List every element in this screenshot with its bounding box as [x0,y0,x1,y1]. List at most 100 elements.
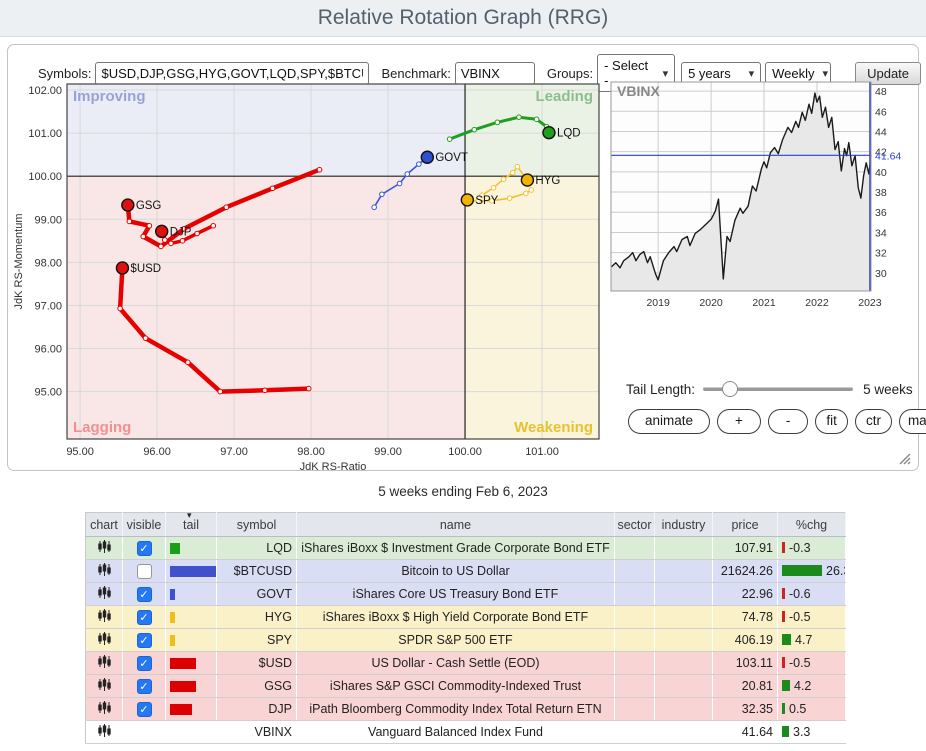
sector-cell [615,560,655,583]
chart-cell[interactable] [86,652,123,675]
chart-cell[interactable] [86,537,123,560]
sector-cell [615,698,655,721]
fit-button[interactable]: fit [815,409,848,434]
visible-checkbox[interactable]: ✓ [137,633,152,648]
marker-GSG[interactable] [122,199,134,211]
symbol-cell: $USD [217,652,297,675]
visible-cell[interactable]: ✓ [123,606,166,629]
marker-DJP[interactable] [156,225,168,237]
table-row: ✓LQDiShares iBoxx $ Investment Grade Cor… [86,537,846,560]
visible-checkbox[interactable]: ✓ [137,702,152,717]
table-row: $BTCUSDBitcoin to US Dollar21624.2626.3 [86,560,846,583]
marker-$USD[interactable] [116,262,128,274]
tail-swatch [170,681,196,692]
col-price[interactable]: price [713,513,778,537]
tail-cell [166,721,217,744]
max-button[interactable]: max [899,409,926,434]
visible-cell[interactable]: ✓ [123,537,166,560]
visible-cell[interactable]: ✓ [123,629,166,652]
chart-icon[interactable] [97,678,112,691]
marker-label-SPY: SPY [475,195,498,207]
col-chg[interactable]: %chg [778,513,846,537]
col-tail[interactable]: ▾tail [166,513,217,537]
marker-label-GSG: GSG [136,200,162,212]
col-name[interactable]: name [297,513,615,537]
visible-checkbox[interactable]: ✓ [137,541,152,556]
svg-text:32: 32 [875,248,887,260]
chg-bar [782,565,822,576]
svg-text:2019: 2019 [646,297,670,309]
chart-cell[interactable] [86,698,123,721]
sector-cell [615,652,655,675]
col-sector[interactable]: sector [615,513,655,537]
slider-handle[interactable] [722,381,738,397]
chart-icon[interactable] [97,655,112,668]
visible-checkbox[interactable] [137,564,152,579]
chart-icon[interactable] [97,586,112,599]
table-row: ✓GSGiShares S&P GSCI Commodity-Indexed T… [86,675,846,698]
visible-checkbox[interactable]: ✓ [137,610,152,625]
zoom-out-button[interactable]: - [768,409,809,434]
chg-cell: -0.3 [778,537,846,560]
col-industry[interactable]: industry [655,513,713,537]
visible-checkbox[interactable]: ✓ [137,656,152,671]
tail-length-value: 5 weeks [863,382,913,397]
resize-handle-icon[interactable] [897,451,911,465]
svg-text:101.00: 101.00 [28,128,62,140]
symbol-cell: LQD [217,537,297,560]
visible-cell[interactable]: ✓ [123,583,166,606]
chart-icon[interactable] [97,563,112,576]
tail-swatch [170,543,180,554]
name-cell: Vanguard Balanced Index Fund [297,721,615,744]
marker-HYG[interactable] [521,174,533,186]
tail-length-slider[interactable] [703,381,853,397]
svg-text:100.00: 100.00 [28,171,62,183]
chart-cell[interactable] [86,721,123,744]
chg-bar [782,703,785,714]
visible-checkbox[interactable]: ✓ [137,587,152,602]
svg-text:100.00: 100.00 [448,446,482,458]
rrg-chart[interactable]: ImprovingLeadingLaggingWeakening95.0096.… [8,71,608,473]
col-symbol[interactable]: symbol [217,513,297,537]
chart-cell[interactable] [86,606,123,629]
col-chart[interactable]: chart [86,513,123,537]
tail-swatch [170,704,192,715]
visible-cell[interactable]: ✓ [123,698,166,721]
industry-cell [655,675,713,698]
svg-text:96.00: 96.00 [34,344,62,356]
chart-icon[interactable] [97,701,112,714]
tail-cell [166,652,217,675]
svg-text:34: 34 [875,227,887,239]
svg-text:44: 44 [875,126,887,138]
svg-text:36: 36 [875,207,887,219]
chg-cell: 4.7 [778,629,846,652]
sector-cell [615,537,655,560]
symbols-table-wrap: chart visible ▾tail symbol name sector i… [85,512,845,744]
chart-icon[interactable] [97,632,112,645]
chg-bar [782,611,785,622]
chart-icon[interactable] [97,724,112,737]
chart-cell[interactable] [86,560,123,583]
marker-SPY[interactable] [461,194,473,206]
tail-cell [166,537,217,560]
center-button[interactable]: ctr [855,409,892,434]
tail-cell [166,583,217,606]
chart-icon[interactable] [97,609,112,622]
zoom-in-button[interactable]: + [717,409,761,434]
table-row: ✓GOVTiShares Core US Treasury Bond ETF22… [86,583,846,606]
visible-cell[interactable]: ✓ [123,652,166,675]
visible-checkbox[interactable]: ✓ [137,679,152,694]
visible-cell[interactable]: ✓ [123,675,166,698]
chart-cell[interactable] [86,629,123,652]
marker-LQD[interactable] [543,127,555,139]
chart-cell[interactable] [86,583,123,606]
col-visible[interactable]: visible [123,513,166,537]
tail-cell [166,560,217,583]
chart-cell[interactable] [86,675,123,698]
tail-cell [166,606,217,629]
animate-button[interactable]: animate [628,409,710,434]
visible-cell[interactable] [123,560,166,583]
tail-cell [166,629,217,652]
marker-GOVT[interactable] [421,151,433,163]
chart-icon[interactable] [97,540,112,553]
